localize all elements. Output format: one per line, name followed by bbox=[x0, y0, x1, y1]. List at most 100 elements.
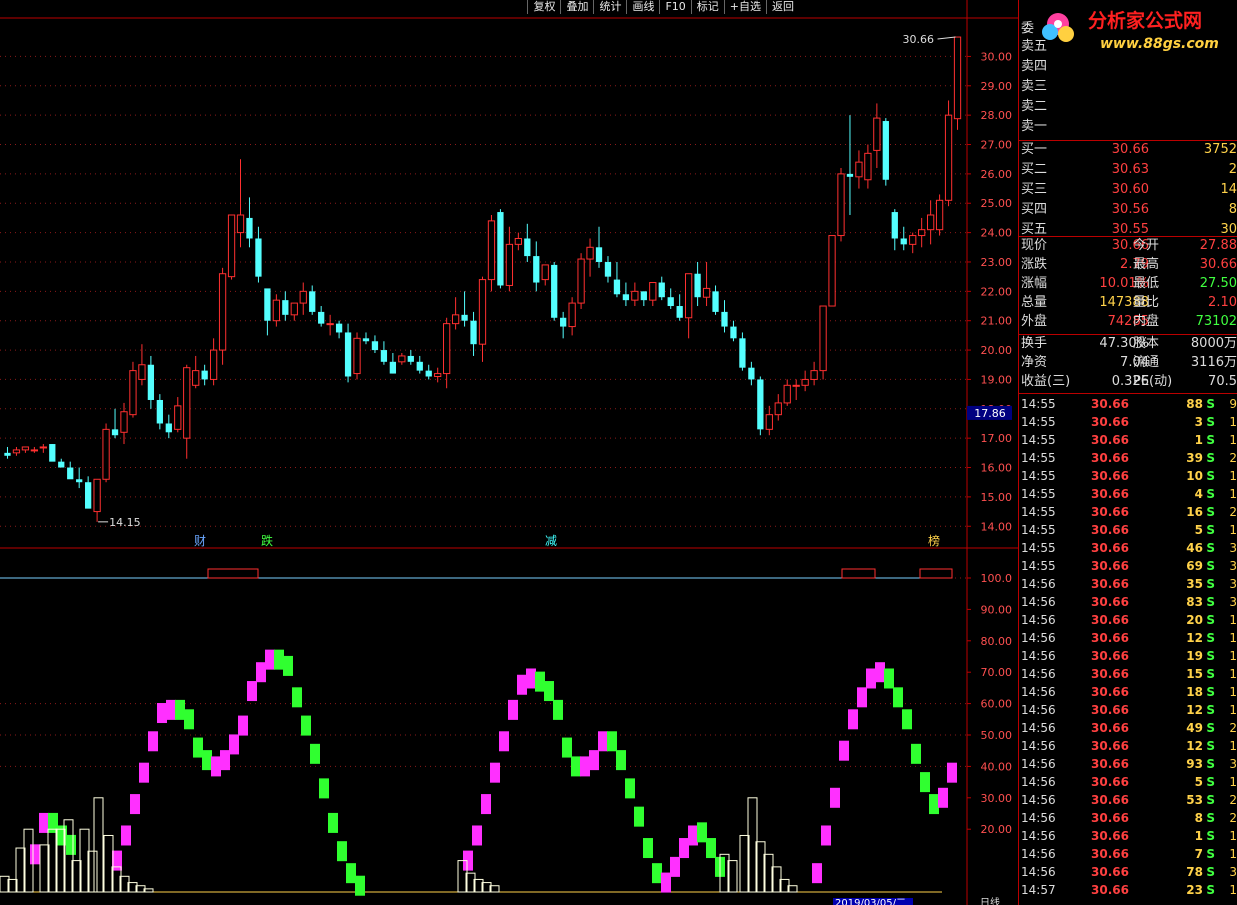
tick-volume: 4 bbox=[1194, 487, 1203, 501]
indicator-axis-label: 100.0 bbox=[981, 572, 1013, 585]
indicator-block bbox=[30, 844, 40, 865]
tick-volume: 49 bbox=[1186, 721, 1203, 735]
tick-count: 2 bbox=[1229, 793, 1237, 807]
ask-label: 卖二 bbox=[1021, 99, 1048, 114]
bid-price: 30.63 bbox=[1111, 162, 1149, 177]
toolbar-button-4[interactable]: F10 bbox=[659, 0, 691, 14]
price-axis-label: 22.00 bbox=[981, 285, 1013, 298]
tick-time: 14:55 bbox=[1021, 415, 1056, 429]
indicator-block bbox=[634, 806, 644, 827]
indicator-block bbox=[175, 699, 185, 720]
tick-time: 14:56 bbox=[1021, 739, 1056, 753]
toolbar-button-2[interactable]: 统计 bbox=[593, 0, 627, 14]
indicator-block bbox=[661, 872, 671, 893]
tick-count: 2 bbox=[1229, 721, 1237, 735]
stat-row: 现价 30.66 今开 27.88 bbox=[1021, 237, 1237, 255]
candle-body bbox=[568, 302, 576, 328]
tick-count: 3 bbox=[1229, 559, 1237, 573]
tick-price: 30.66 bbox=[1091, 649, 1129, 663]
candle-body bbox=[12, 449, 21, 454]
price-marker-label: 17.86 bbox=[974, 407, 1006, 420]
stat-value: 27.88 bbox=[1199, 238, 1237, 253]
tick-time: 14:56 bbox=[1021, 577, 1056, 591]
toolbar-button-1[interactable]: 叠加 bbox=[560, 0, 594, 14]
indicator-block bbox=[229, 734, 239, 755]
candle-body bbox=[622, 294, 630, 301]
toolbar-button-0[interactable]: 复权 bbox=[527, 0, 561, 14]
stat-label: 现价 bbox=[1021, 238, 1048, 253]
indicator-block bbox=[166, 699, 176, 720]
candle-body bbox=[255, 238, 262, 277]
candle-body bbox=[93, 478, 101, 513]
toolbar-button-3[interactable]: 画线 bbox=[626, 0, 660, 14]
stat-value: 2.10 bbox=[1208, 295, 1237, 310]
period-label: 日线 bbox=[980, 896, 1000, 905]
tick-time: 14:55 bbox=[1021, 433, 1056, 447]
candle-body bbox=[76, 479, 83, 483]
stat2-label: 流通 bbox=[1133, 355, 1160, 370]
tick-volume: 18 bbox=[1186, 685, 1203, 699]
indicator-block bbox=[688, 825, 698, 846]
tick-row: 14:56 30.66 19 S 1 bbox=[1021, 647, 1237, 665]
tick-side: S bbox=[1206, 721, 1215, 735]
indicator-block bbox=[830, 787, 840, 808]
tick-side: S bbox=[1206, 739, 1215, 753]
stat-value: 27.50 bbox=[1199, 276, 1237, 291]
indicator-block bbox=[857, 687, 867, 708]
indicator-block bbox=[893, 687, 903, 708]
event-tag: 跌 bbox=[261, 533, 273, 548]
bid-row: 买四 30.56 8 bbox=[1021, 201, 1237, 219]
candle-body bbox=[541, 264, 549, 281]
price-axis-label: 24.00 bbox=[981, 227, 1013, 240]
tick-count: 3 bbox=[1229, 757, 1237, 771]
tick-volume: 7 bbox=[1194, 847, 1203, 861]
ask-row: 卖五 bbox=[1021, 38, 1237, 56]
toolbar-button-5[interactable]: 标记 bbox=[690, 0, 724, 14]
tick-side: S bbox=[1206, 469, 1215, 483]
tick-count: 1 bbox=[1229, 847, 1237, 861]
bid-price: 30.60 bbox=[1111, 182, 1149, 197]
candle-body bbox=[918, 229, 926, 237]
tick-volume: 12 bbox=[1186, 631, 1203, 645]
candle-body bbox=[227, 214, 236, 278]
stat-row: 外盘 74285 内盘 73102 bbox=[1021, 313, 1237, 331]
tick-count: 1 bbox=[1229, 703, 1237, 717]
tick-time: 14:56 bbox=[1021, 631, 1056, 645]
candle-body bbox=[21, 446, 30, 451]
tick-price: 30.66 bbox=[1091, 631, 1129, 645]
indicator-axis-label: 30.00 bbox=[981, 792, 1013, 805]
indicator-block bbox=[274, 649, 284, 670]
candle-body bbox=[4, 452, 11, 456]
tick-price: 30.66 bbox=[1091, 433, 1129, 447]
kline-chart-area[interactable]: 30.00 29.00 28.00 27.00 26.00 25.00 24.00 23.00… bbox=[0, 0, 1018, 905]
indicator-block bbox=[839, 740, 849, 761]
candle-body bbox=[721, 311, 728, 327]
candle-body bbox=[201, 370, 208, 380]
indicator-block bbox=[535, 671, 545, 692]
tick-count: 3 bbox=[1229, 577, 1237, 591]
toolbar-button-6[interactable]: +自选 bbox=[723, 0, 766, 14]
price-axis-label: 15.00 bbox=[981, 491, 1013, 504]
candle-body bbox=[748, 367, 755, 380]
bid-price: 30.66 bbox=[1111, 142, 1149, 157]
tick-volume: 12 bbox=[1186, 739, 1203, 753]
tick-volume: 88 bbox=[1186, 397, 1203, 411]
bid-label: 买一 bbox=[1021, 142, 1048, 157]
candle-body bbox=[649, 282, 657, 301]
ask-row: 卖三 bbox=[1021, 78, 1237, 96]
candle-body bbox=[676, 306, 683, 318]
wei-row: 委 bbox=[1021, 20, 1237, 38]
candle-body bbox=[85, 482, 92, 509]
tick-price: 30.66 bbox=[1091, 865, 1129, 879]
candle-body bbox=[631, 290, 639, 301]
chart-canvas[interactable]: 30.00 29.00 28.00 27.00 26.00 25.00 24.00 23.00… bbox=[0, 0, 1018, 905]
candle-body bbox=[505, 243, 514, 286]
toolbar-button-7[interactable]: 返回 bbox=[766, 0, 799, 14]
indicator-volume-bar bbox=[93, 797, 104, 893]
tick-side: S bbox=[1206, 685, 1215, 699]
stat-label: 外盘 bbox=[1021, 314, 1048, 329]
candle-body bbox=[953, 36, 962, 120]
price-axis-label: 26.00 bbox=[981, 168, 1013, 181]
candle-body bbox=[595, 247, 603, 262]
tick-price: 30.66 bbox=[1091, 523, 1129, 537]
